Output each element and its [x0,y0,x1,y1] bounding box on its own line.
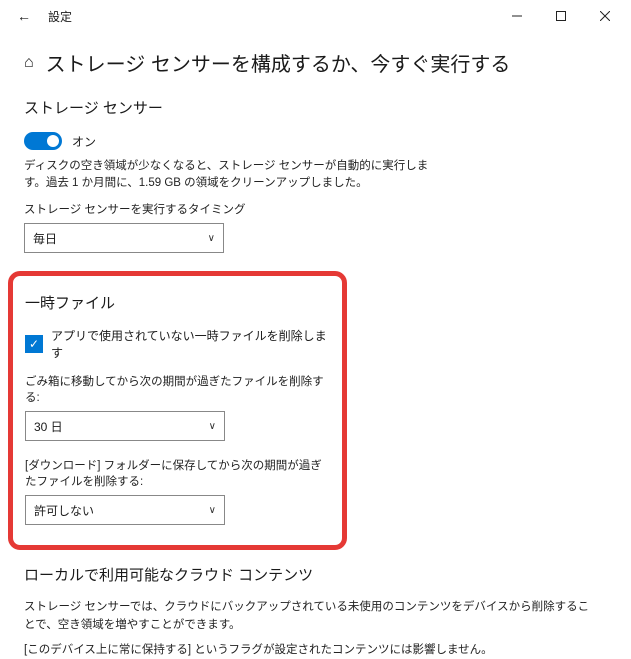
timing-dropdown[interactable]: 毎日 ∨ [24,223,224,253]
chevron-down-icon: ∨ [209,505,216,516]
close-button[interactable] [583,0,627,32]
checkmark-icon: ✓ [29,338,39,350]
downloads-dropdown[interactable]: 許可しない ∨ [25,495,225,525]
temp-files-heading: 一時ファイル [25,292,328,313]
timing-label: ストレージ センサーを実行するタイミング [24,201,607,217]
temp-files-highlight: 一時ファイル ✓ アプリで使用されていない一時ファイルを削除します ごみ箱に移動… [8,271,347,550]
page-header: ⌂ ストレージ センサーを構成するか、今すぐ実行する [24,48,607,77]
chevron-down-icon: ∨ [208,233,215,244]
delete-temp-label: アプリで使用されていない一時ファイルを削除します [51,327,328,361]
minimize-button[interactable] [495,0,539,32]
storage-sense-description: ディスクの空き領域が少なくなると、ストレージ センサーが自動的に実行します。過去… [24,158,434,191]
chevron-down-icon: ∨ [209,421,216,432]
window-controls [495,0,627,32]
page-title: ストレージ センサーを構成するか、今すぐ実行する [46,48,511,77]
cloud-keep-note: [このデバイス上に常に保持する] というフラグが設定されたコンテンツには影響しま… [24,642,594,659]
arrow-left-icon: ← [17,8,31,24]
storage-sense-heading: ストレージ センサー [24,97,607,118]
minimize-icon [512,11,522,21]
maximize-icon [556,11,566,21]
maximize-button[interactable] [539,0,583,32]
back-button[interactable]: ← [4,0,44,32]
cloud-description: ストレージ センサーでは、クラウドにバックアップされている未使用のコンテンツをデ… [24,599,594,634]
toggle-label: オン [72,133,96,150]
window-title: 設定 [48,8,72,25]
recycle-label: ごみ箱に移動してから次の期間が過ぎたファイルを削除する: [25,373,328,405]
delete-temp-checkbox[interactable]: ✓ [25,335,43,353]
recycle-dropdown[interactable]: 30 日 ∨ [25,411,225,441]
close-icon [600,11,610,21]
timing-value: 毎日 [33,230,57,247]
downloads-label: [ダウンロード] フォルダーに保存してから次の期間が過ぎたファイルを削除する: [25,457,328,489]
window-titlebar: ← 設定 [0,0,631,32]
storage-sense-toggle[interactable] [24,132,62,150]
toggle-knob [47,135,59,147]
home-icon[interactable]: ⌂ [24,54,34,72]
recycle-value: 30 日 [34,418,63,435]
downloads-value: 許可しない [34,502,94,519]
cloud-heading: ローカルで利用可能なクラウド コンテンツ [24,564,607,585]
